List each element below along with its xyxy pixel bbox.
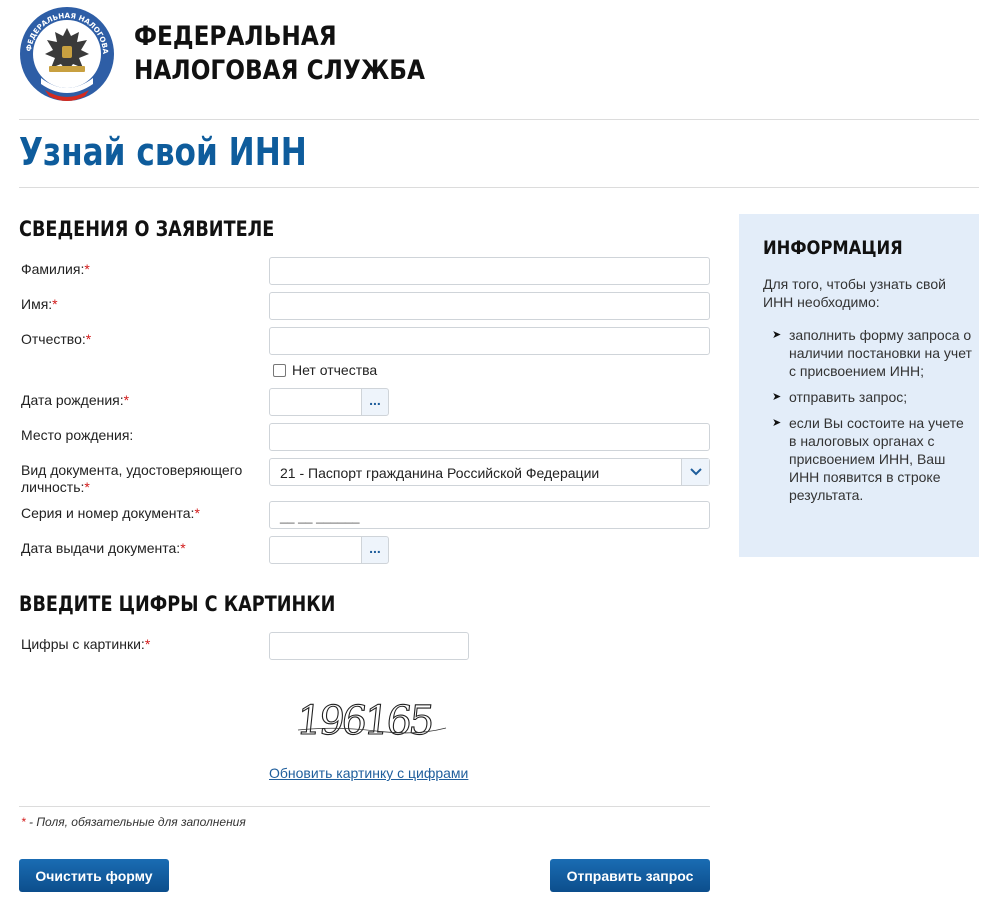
birth-date-input[interactable] bbox=[269, 388, 362, 416]
info-list-item: ➤ заполнить форму запроса о наличии поста… bbox=[772, 326, 972, 380]
doc-type-label-line1: Вид документа, удостоверяющего bbox=[21, 462, 243, 478]
doc-type-select[interactable]: 21 - Паспорт гражданина Российской Федер… bbox=[269, 458, 710, 486]
required-mark: * bbox=[84, 479, 90, 495]
required-mark: * bbox=[85, 331, 92, 347]
captcha-label: Цифры с картинки:* bbox=[21, 636, 150, 653]
info-list-item-text: заполнить форму запроса о наличии постан… bbox=[789, 327, 972, 379]
footer-divider bbox=[19, 806, 710, 807]
info-list: ➤ заполнить форму запроса о наличии поста… bbox=[772, 326, 972, 512]
info-list-item-text: если Вы состоите на учете в налоговых ор… bbox=[789, 415, 964, 503]
doc-number-mask: __ __ ______ bbox=[280, 509, 360, 524]
issue-date-label-text: Дата выдачи документа: bbox=[21, 540, 181, 556]
org-name-line2: НАЛОГОВАЯ СЛУЖБА bbox=[134, 55, 425, 86]
info-panel: ИНФОРМАЦИЯ Для того, чтобы узнать свой И… bbox=[739, 214, 979, 557]
first-name-label-text: Имя: bbox=[21, 296, 53, 312]
info-intro: Для того, чтобы узнать свой ИНН необходи… bbox=[763, 276, 946, 310]
title-divider bbox=[19, 187, 979, 188]
required-mark: * bbox=[144, 636, 151, 652]
required-mark: * bbox=[84, 261, 90, 277]
patronymic-label-text: Отчество: bbox=[21, 331, 86, 347]
applicant-section-title: СВЕДЕНИЯ О ЗАЯВИТЕЛЕ bbox=[19, 217, 275, 241]
no-patronymic-checkbox[interactable] bbox=[273, 363, 286, 377]
first-name-label: Имя:* bbox=[21, 296, 58, 313]
org-name-line1: ФЕДЕРАЛЬНАЯ bbox=[134, 21, 337, 52]
captcha-section-title: ВВЕДИТЕ ЦИФРЫ С КАРТИНКИ bbox=[19, 592, 336, 616]
last-name-label: Фамилия:* bbox=[21, 261, 90, 278]
no-patronymic-label[interactable]: Нет отчества bbox=[292, 362, 377, 378]
chevron-down-icon[interactable] bbox=[681, 459, 709, 485]
no-patronymic-checkbox-row[interactable]: Нет отчества bbox=[273, 362, 377, 378]
birth-date-picker-button[interactable]: ... bbox=[361, 388, 389, 416]
birth-date-label-text: Дата рождения: bbox=[21, 392, 124, 408]
last-name-input[interactable] bbox=[269, 257, 710, 285]
clear-form-button[interactable]: Очистить форму bbox=[19, 859, 169, 892]
org-name: ФЕДЕРАЛЬНАЯ НАЛОГОВАЯ СЛУЖБА bbox=[134, 20, 425, 88]
header-divider bbox=[19, 119, 979, 120]
last-name-label-text: Фамилия: bbox=[21, 261, 85, 277]
required-mark: * bbox=[180, 540, 186, 556]
captcha-input[interactable] bbox=[269, 632, 469, 660]
required-mark: * bbox=[52, 296, 58, 312]
submit-request-button[interactable]: Отправить запрос bbox=[550, 859, 710, 892]
first-name-input[interactable] bbox=[269, 292, 710, 320]
info-list-item: ➤ если Вы состоите на учете в налоговых о… bbox=[772, 414, 972, 504]
captcha-digits: 196165 bbox=[296, 698, 434, 744]
arrow-right-icon: ➤ bbox=[772, 329, 782, 341]
site-header: ФЕДЕРАЛЬНАЯ НАЛОГОВАЯ СЛУЖБА ФЕДЕРАЛЬНАЯ… bbox=[0, 0, 995, 120]
issue-date-label: Дата выдачи документа:* bbox=[21, 540, 186, 557]
captcha-label-text: Цифры с картинки: bbox=[21, 636, 145, 652]
required-note-text: - Поля, обязательные для заполнения bbox=[25, 815, 246, 829]
issue-date-input[interactable] bbox=[269, 536, 362, 564]
patronymic-input[interactable] bbox=[269, 327, 710, 355]
doc-type-label: Вид документа, удостоверяющего личность:… bbox=[21, 462, 242, 496]
doc-number-label-text: Серия и номер документа: bbox=[21, 505, 195, 521]
required-mark: * bbox=[194, 505, 200, 521]
required-mark: * bbox=[123, 392, 130, 408]
issue-date-picker-button[interactable]: ... bbox=[361, 536, 389, 564]
info-list-item-text: отправить запрос; bbox=[789, 389, 908, 405]
fns-emblem-icon[interactable]: ФЕДЕРАЛЬНАЯ НАЛОГОВАЯ СЛУЖБА bbox=[19, 6, 115, 102]
captcha-image: 196165 bbox=[296, 698, 447, 745]
birth-place-input[interactable] bbox=[269, 423, 710, 451]
info-title: ИНФОРМАЦИЯ bbox=[763, 237, 903, 259]
refresh-captcha-link[interactable]: Обновить картинку с цифрами bbox=[269, 765, 468, 781]
info-list-item: ➤ отправить запрос; bbox=[772, 388, 972, 406]
arrow-right-icon: ➤ bbox=[772, 417, 782, 429]
doc-type-label-line2: личность: bbox=[21, 479, 85, 495]
doc-number-label: Серия и номер документа:* bbox=[21, 505, 200, 522]
doc-type-selected-value: 21 - Паспорт гражданина Российской Федер… bbox=[280, 465, 600, 481]
birth-date-label: Дата рождения:* bbox=[21, 392, 129, 409]
patronymic-label: Отчество:* bbox=[21, 331, 91, 348]
required-fields-note: * - Поля, обязательные для заполнения bbox=[21, 815, 246, 829]
arrow-right-icon: ➤ bbox=[772, 391, 782, 403]
page-title: Узнай свой ИНН bbox=[19, 130, 307, 174]
birth-place-label: Место рождения: bbox=[21, 427, 134, 443]
